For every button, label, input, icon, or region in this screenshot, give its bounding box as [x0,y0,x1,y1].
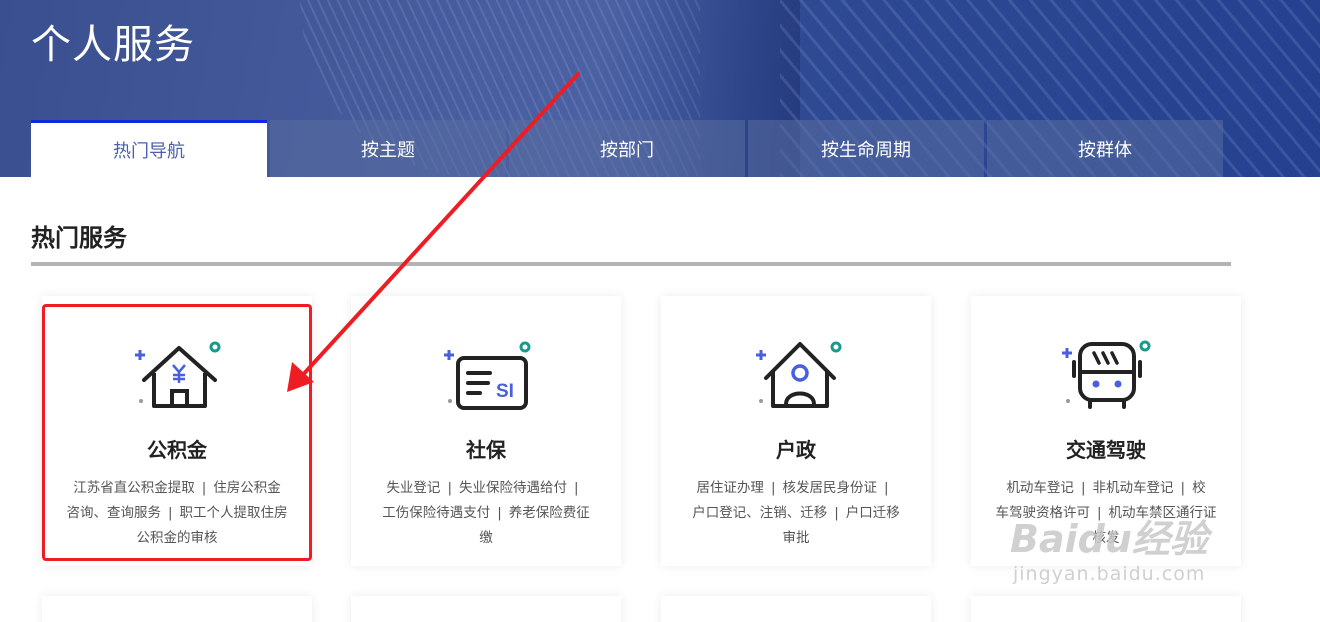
bus-icon [1062,340,1151,409]
card-title: 户政 [776,438,816,462]
si-icon-text: SI [496,381,514,402]
service-card-row2[interactable] [351,596,621,622]
link-item[interactable]: 校 [1192,480,1206,496]
tab-hot-navigation[interactable]: 热门导航 [31,120,267,177]
tab-by-department[interactable]: 按部门 [509,120,745,177]
page-title: 个人服务 [31,22,195,68]
link-item[interactable]: 核发居民身份证 [783,480,878,496]
link-item[interactable]: 失业保险待遇给付 [459,480,567,496]
tab-by-life-cycle[interactable]: 按生命周期 [748,120,984,177]
service-card-row2[interactable] [971,596,1241,622]
separator: | [770,480,776,496]
service-card-social-insurance[interactable]: SI 社保 失业登记 | 失业保险待遇给付 | 工伤保险待遇支付 | 养老保险费征 缴 [351,296,621,566]
link-item[interactable]: 工伤保险待遇支付 [382,505,490,521]
card-links: 居住证办理 | 核发居民身份证 | 户口登记、注销、迁移 | 户口迁移 审批 [673,476,919,551]
separator: | [497,505,502,521]
category-tabs: 热门导航 按主题 按部门 按生命周期 按群体 [31,120,1226,177]
link-item[interactable]: 审批 [783,530,810,546]
link-item[interactable]: 非机动车登记 [1093,480,1174,496]
section-divider [31,262,1231,266]
link-item[interactable]: 缴 [479,530,493,546]
card-links: 失业登记 | 失业保险待遇给付 | 工伤保险待遇支付 | 养老保险费征 缴 [363,476,609,551]
separator: | [884,480,889,496]
watermark-url: jingyan.baidu.com [1013,563,1206,585]
separator: | [1180,480,1186,496]
separator: | [834,505,839,521]
tab-by-group[interactable]: 按群体 [987,120,1223,177]
link-item[interactable]: 居住证办理 [696,480,764,496]
highlight-box [42,304,312,561]
separator: | [1080,480,1086,496]
service-card-household-affairs[interactable]: 户政 居住证办理 | 核发居民身份证 | 户口登记、注销、迁移 | 户口迁移 审批 [661,296,931,566]
link-item[interactable]: 失业登记 [386,480,440,496]
link-item[interactable]: 机动车登记 [1006,480,1074,496]
section-title: 热门服务 [31,224,127,252]
tab-by-theme[interactable]: 按主题 [270,120,506,177]
separator: | [447,480,452,496]
social-insurance-card-icon: SI [444,341,531,410]
link-item[interactable]: 户口迁移 [846,505,900,521]
card-title: 交通驾驶 [1066,438,1146,462]
card-title: 社保 [466,438,506,462]
watermark: Baidu经验 jingyan.baidu.com [1010,508,1270,598]
service-card-row2[interactable] [42,596,312,622]
service-card-row2[interactable] [661,596,931,622]
link-item[interactable]: 户口登记、注销、迁移 [692,505,827,521]
house-person-icon [756,341,842,408]
watermark-brand: Baidu经验 [1010,517,1208,561]
separator: | [574,480,579,496]
link-item[interactable]: 养老保险费征 [509,505,590,521]
